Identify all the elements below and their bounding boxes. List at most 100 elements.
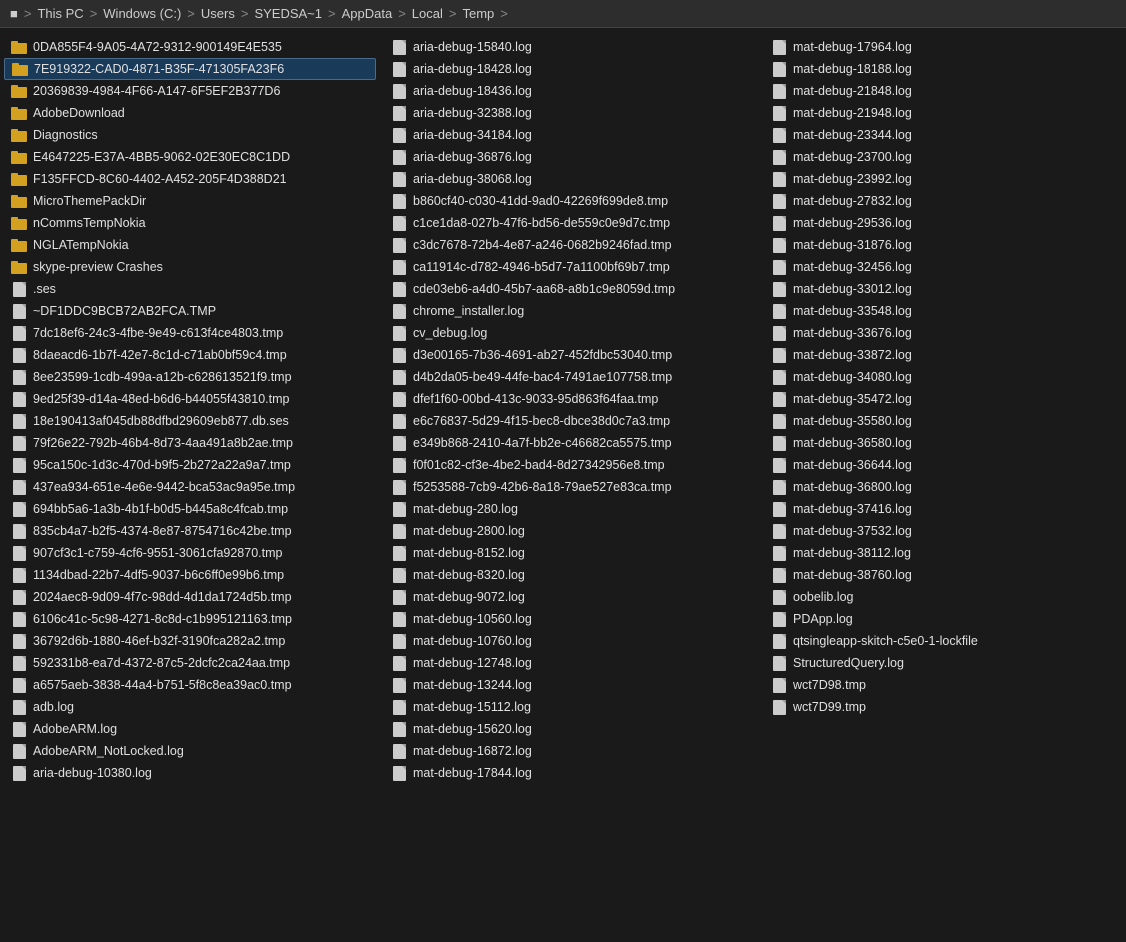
list-item[interactable]: mat-debug-10560.log xyxy=(384,608,756,630)
list-item[interactable]: mat-debug-32456.log xyxy=(764,256,1126,278)
list-item[interactable]: cv_debug.log xyxy=(384,322,756,344)
list-item[interactable]: 7E919322-CAD0-4871-B35F-471305FA23F6 xyxy=(4,58,376,80)
list-item[interactable]: mat-debug-38112.log xyxy=(764,542,1126,564)
list-item[interactable]: chrome_installer.log xyxy=(384,300,756,322)
list-item[interactable]: mat-debug-21948.log xyxy=(764,102,1126,124)
list-item[interactable]: 8ee23599-1cdb-499a-a12b-c628613521f9.tmp xyxy=(4,366,376,388)
list-item[interactable]: mat-debug-12748.log xyxy=(384,652,756,674)
list-item[interactable]: AdobeARM_NotLocked.log xyxy=(4,740,376,762)
list-item[interactable]: cde03eb6-a4d0-45b7-aa68-a8b1c9e8059d.tmp xyxy=(384,278,756,300)
list-item[interactable]: 6106c41c-5c98-4271-8c8d-c1b995121163.tmp xyxy=(4,608,376,630)
list-item[interactable]: mat-debug-37416.log xyxy=(764,498,1126,520)
list-item[interactable]: aria-debug-18428.log xyxy=(384,58,756,80)
list-item[interactable]: mat-debug-2800.log xyxy=(384,520,756,542)
list-item[interactable]: PDApp.log xyxy=(764,608,1126,630)
list-item[interactable]: mat-debug-23992.log xyxy=(764,168,1126,190)
list-item[interactable]: aria-debug-34184.log xyxy=(384,124,756,146)
list-item[interactable]: Diagnostics xyxy=(4,124,376,146)
list-item[interactable]: AdobeDownload xyxy=(4,102,376,124)
list-item[interactable]: 907cf3c1-c759-4cf6-9551-3061cfa92870.tmp xyxy=(4,542,376,564)
list-item[interactable]: mat-debug-36580.log xyxy=(764,432,1126,454)
breadcrumb-local[interactable]: Local xyxy=(412,6,443,21)
list-item[interactable]: mat-debug-8152.log xyxy=(384,542,756,564)
list-item[interactable]: mat-debug-21848.log xyxy=(764,80,1126,102)
list-item[interactable]: mat-debug-33872.log xyxy=(764,344,1126,366)
list-item[interactable]: mat-debug-15112.log xyxy=(384,696,756,718)
breadcrumb-user[interactable]: SYEDSA~1 xyxy=(254,6,322,21)
list-item[interactable]: mat-debug-18188.log xyxy=(764,58,1126,80)
list-item[interactable]: 0DA855F4-9A05-4A72-9312-900149E4E535 xyxy=(4,36,376,58)
list-item[interactable]: qtsingleapp-skitch-c5e0-1-lockfile xyxy=(764,630,1126,652)
list-item[interactable]: mat-debug-17964.log xyxy=(764,36,1126,58)
list-item[interactable]: mat-debug-23700.log xyxy=(764,146,1126,168)
breadcrumb-appdata[interactable]: AppData xyxy=(342,6,393,21)
list-item[interactable]: aria-debug-36876.log xyxy=(384,146,756,168)
list-item[interactable]: mat-debug-36800.log xyxy=(764,476,1126,498)
list-item[interactable]: NGLATempNokia xyxy=(4,234,376,256)
list-item[interactable]: aria-debug-32388.log xyxy=(384,102,756,124)
list-item[interactable]: aria-debug-18436.log xyxy=(384,80,756,102)
list-item[interactable]: 835cb4a7-b2f5-4374-8e87-8754716c42be.tmp xyxy=(4,520,376,542)
list-item[interactable]: 18e190413af045db88dfbd29609eb877.db.ses xyxy=(4,410,376,432)
list-item[interactable]: f5253588-7cb9-42b6-8a18-79ae527e83ca.tmp xyxy=(384,476,756,498)
list-item[interactable]: mat-debug-35472.log xyxy=(764,388,1126,410)
list-item[interactable]: 79f26e22-792b-46b4-8d73-4aa491a8b2ae.tmp xyxy=(4,432,376,454)
list-item[interactable]: a6575aeb-3838-44a4-b751-5f8c8ea39ac0.tmp xyxy=(4,674,376,696)
list-item[interactable]: mat-debug-33548.log xyxy=(764,300,1126,322)
list-item[interactable]: 7dc18ef6-24c3-4fbe-9e49-c613f4ce4803.tmp xyxy=(4,322,376,344)
list-item[interactable]: wct7D98.tmp xyxy=(764,674,1126,696)
list-item[interactable]: oobelib.log xyxy=(764,586,1126,608)
list-item[interactable]: 36792d6b-1880-46ef-b32f-3190fca282a2.tmp xyxy=(4,630,376,652)
list-item[interactable]: ca11914c-d782-4946-b5d7-7a1100bf69b7.tmp xyxy=(384,256,756,278)
list-item[interactable]: mat-debug-15620.log xyxy=(384,718,756,740)
list-item[interactable]: e349b868-2410-4a7f-bb2e-c46682ca5575.tmp xyxy=(384,432,756,454)
list-item[interactable]: c3dc7678-72b4-4e87-a246-0682b9246fad.tmp xyxy=(384,234,756,256)
list-item[interactable]: d3e00165-7b36-4691-ab27-452fdbc53040.tmp xyxy=(384,344,756,366)
list-item[interactable]: mat-debug-34080.log xyxy=(764,366,1126,388)
list-item[interactable]: 1134dbad-22b7-4df5-9037-b6c6ff0e99b6.tmp xyxy=(4,564,376,586)
list-item[interactable]: mat-debug-13244.log xyxy=(384,674,756,696)
list-item[interactable]: mat-debug-9072.log xyxy=(384,586,756,608)
list-item[interactable]: mat-debug-29536.log xyxy=(764,212,1126,234)
list-item[interactable]: 8daeacd6-1b7f-42e7-8c1d-c71ab0bf59c4.tmp xyxy=(4,344,376,366)
list-item[interactable]: d4b2da05-be49-44fe-bac4-7491ae107758.tmp xyxy=(384,366,756,388)
list-item[interactable]: aria-debug-38068.log xyxy=(384,168,756,190)
list-item[interactable]: dfef1f60-00bd-413c-9033-95d863f64faa.tmp xyxy=(384,388,756,410)
list-item[interactable]: ~DF1DDC9BCB72AB2FCA.TMP xyxy=(4,300,376,322)
list-item[interactable]: mat-debug-37532.log xyxy=(764,520,1126,542)
list-item[interactable]: skype-preview Crashes xyxy=(4,256,376,278)
list-item[interactable]: 9ed25f39-d14a-48ed-b6d6-b44055f43810.tmp xyxy=(4,388,376,410)
list-item[interactable]: mat-debug-280.log xyxy=(384,498,756,520)
list-item[interactable]: wct7D99.tmp xyxy=(764,696,1126,718)
list-item[interactable]: mat-debug-33012.log xyxy=(764,278,1126,300)
list-item[interactable]: MicroThemePackDir xyxy=(4,190,376,212)
list-item[interactable]: 592331b8-ea7d-4372-87c5-2dcfc2ca24aa.tmp xyxy=(4,652,376,674)
list-item[interactable]: adb.log xyxy=(4,696,376,718)
list-item[interactable]: E4647225-E37A-4BB5-9062-02E30EC8C1DD xyxy=(4,146,376,168)
breadcrumb-users[interactable]: Users xyxy=(201,6,235,21)
list-item[interactable]: mat-debug-36644.log xyxy=(764,454,1126,476)
list-item[interactable]: f0f01c82-cf3e-4be2-bad4-8d27342956e8.tmp xyxy=(384,454,756,476)
breadcrumb-temp[interactable]: Temp xyxy=(462,6,494,21)
list-item[interactable]: 20369839-4984-4F66-A147-6F5EF2B377D6 xyxy=(4,80,376,102)
list-item[interactable]: aria-debug-10380.log xyxy=(4,762,376,784)
list-item[interactable]: StructuredQuery.log xyxy=(764,652,1126,674)
list-item[interactable]: mat-debug-33676.log xyxy=(764,322,1126,344)
breadcrumb-drive[interactable]: Windows (C:) xyxy=(103,6,181,21)
breadcrumb-thispc[interactable]: This PC xyxy=(37,6,83,21)
list-item[interactable]: mat-debug-31876.log xyxy=(764,234,1126,256)
list-item[interactable]: mat-debug-17844.log xyxy=(384,762,756,784)
list-item[interactable]: e6c76837-5d29-4f15-bec8-dbce38d0c7a3.tmp xyxy=(384,410,756,432)
list-item[interactable]: mat-debug-8320.log xyxy=(384,564,756,586)
list-item[interactable]: 95ca150c-1d3c-470d-b9f5-2b272a22a9a7.tmp xyxy=(4,454,376,476)
list-item[interactable]: 2024aec8-9d09-4f7c-98dd-4d1da1724d5b.tmp xyxy=(4,586,376,608)
list-item[interactable]: AdobeARM.log xyxy=(4,718,376,740)
list-item[interactable]: .ses xyxy=(4,278,376,300)
list-item[interactable]: F135FFCD-8C60-4402-A452-205F4D388D21 xyxy=(4,168,376,190)
list-item[interactable]: mat-debug-27832.log xyxy=(764,190,1126,212)
list-item[interactable]: mat-debug-38760.log xyxy=(764,564,1126,586)
list-item[interactable]: nCommsTempNokia xyxy=(4,212,376,234)
list-item[interactable]: mat-debug-35580.log xyxy=(764,410,1126,432)
list-item[interactable]: 694bb5a6-1a3b-4b1f-b0d5-b445a8c4fcab.tmp xyxy=(4,498,376,520)
list-item[interactable]: b860cf40-c030-41dd-9ad0-42269f699de8.tmp xyxy=(384,190,756,212)
